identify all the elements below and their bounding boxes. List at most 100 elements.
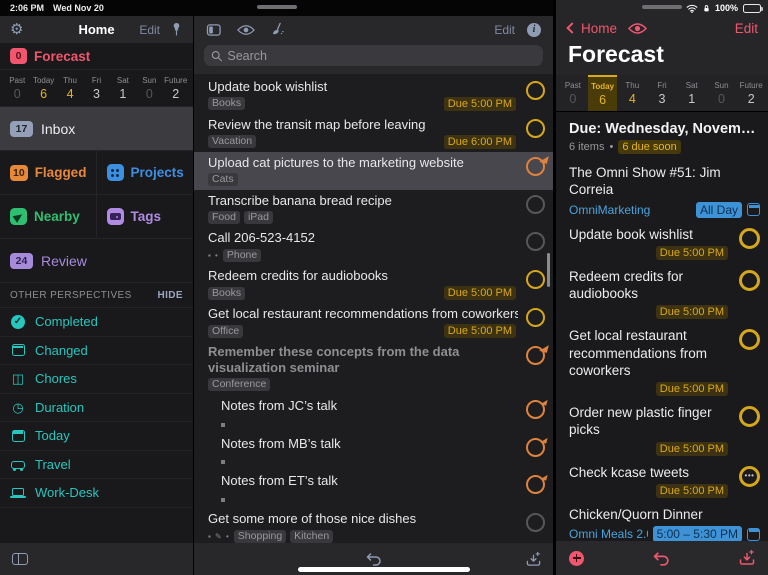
main-window: 2:06 PM Wed Nov 20 ⚙ Home Edit 0 Forecas… bbox=[0, 0, 553, 575]
note-icon bbox=[221, 422, 225, 427]
day-future[interactable]: Future 2 bbox=[163, 70, 189, 106]
status-circle[interactable]: ••• bbox=[739, 406, 760, 428]
settings-gear-icon[interactable]: ⚙ bbox=[10, 22, 23, 37]
project-link[interactable]: Omni Meals 2.0 bbox=[569, 527, 648, 541]
info-icon[interactable]: i bbox=[527, 22, 541, 37]
status-circle[interactable] bbox=[526, 398, 548, 419]
day-past[interactable]: Past 0 bbox=[4, 70, 30, 106]
laptop-icon bbox=[10, 487, 26, 499]
status-circle[interactable] bbox=[526, 435, 548, 457]
status-circle[interactable] bbox=[526, 153, 549, 176]
task-row[interactable]: Get local restaurant recommendations fro… bbox=[194, 303, 553, 341]
sidebar-item-inbox[interactable]: 17 Inbox bbox=[0, 107, 193, 151]
status-circle[interactable] bbox=[526, 118, 545, 138]
sidebar-item-flagged[interactable]: 10 Flagged bbox=[0, 151, 97, 195]
back-button[interactable]: Home bbox=[566, 21, 617, 36]
task-row[interactable]: Update book wishlist BooksDue 5:00 PM ••… bbox=[194, 76, 553, 114]
status-circle[interactable] bbox=[526, 194, 545, 214]
day-fri[interactable]: Fri 3 bbox=[83, 70, 109, 106]
sidebar-item-projects[interactable]: Projects bbox=[96, 151, 193, 195]
hide-button[interactable]: HIDE bbox=[158, 290, 184, 301]
forecast-task-row[interactable]: Get local restaurant recommendations fro… bbox=[569, 327, 760, 397]
status-circle[interactable] bbox=[526, 513, 545, 533]
sidebar-item-nearby[interactable]: Nearby bbox=[0, 195, 97, 239]
status-circle[interactable] bbox=[526, 232, 545, 252]
sidebar-item-travel[interactable]: Travel bbox=[0, 451, 193, 479]
home-indicator[interactable] bbox=[298, 567, 470, 572]
search-field[interactable] bbox=[204, 45, 543, 66]
forecast-task-row[interactable]: Order new plastic finger picks Due 5:00 … bbox=[569, 404, 760, 456]
window-drag-handle[interactable] bbox=[256, 5, 297, 9]
task-row[interactable]: Notes from MB’s talk bbox=[194, 433, 553, 471]
tag-chip: Vacation bbox=[208, 135, 257, 149]
status-circle[interactable]: ••• bbox=[739, 465, 760, 487]
forecast-task-row[interactable]: Check kcase tweets Due 5:00 PM ••• bbox=[569, 464, 760, 498]
repeat-arrow-icon bbox=[540, 398, 548, 406]
task-group-row[interactable]: Remember these concepts from the data vi… bbox=[194, 341, 553, 395]
day-thu[interactable]: Thu 4 bbox=[57, 70, 83, 106]
status-circle[interactable]: ••• bbox=[739, 227, 760, 249]
forecast-edit-button[interactable]: Edit bbox=[735, 21, 758, 36]
day-past[interactable]: Past 0 bbox=[558, 75, 588, 111]
tag-chip: Books bbox=[208, 97, 246, 111]
status-circle[interactable]: ••• bbox=[526, 81, 545, 100]
toggle-sidebar-icon[interactable] bbox=[206, 23, 222, 37]
day-sat[interactable]: Sat 1 bbox=[110, 70, 136, 106]
task-row[interactable]: Get some more of those nice dishes ▪ ✎ •… bbox=[194, 508, 553, 543]
add-item-plus-icon[interactable] bbox=[569, 550, 584, 566]
status-circle[interactable] bbox=[526, 270, 545, 290]
forecast-task-row[interactable]: Update book wishlist Due 5:00 PM ••• bbox=[569, 226, 760, 260]
project-link[interactable]: OmniMarketing bbox=[569, 203, 691, 217]
sidebar-item-today[interactable]: Today bbox=[0, 422, 193, 451]
task-row-selected[interactable]: Upload cat pictures to the marketing web… bbox=[194, 151, 553, 190]
undo-icon[interactable] bbox=[652, 551, 671, 566]
day-fri[interactable]: Fri 3 bbox=[647, 75, 677, 111]
sidebar-item-review[interactable]: 24 Review bbox=[0, 239, 193, 283]
note-icon bbox=[221, 498, 225, 503]
status-circle[interactable]: ••• bbox=[739, 269, 760, 291]
save-to-inbox-icon[interactable] bbox=[739, 550, 755, 566]
view-eye-icon[interactable] bbox=[237, 24, 255, 36]
save-to-inbox-icon[interactable] bbox=[526, 551, 541, 567]
forecast-task-row[interactable]: Redeem credits for audiobooks Due 5:00 P… bbox=[569, 268, 760, 320]
forecast-calendar-row[interactable]: The Omni Show #51: Jim Correia OmniMarke… bbox=[569, 164, 760, 218]
task-row[interactable]: Call 206-523-4152 ▪ • Phone bbox=[194, 227, 553, 265]
sidebar-item-forecast[interactable]: 0 Forecast bbox=[0, 43, 193, 70]
sidebar-edit-button[interactable]: Edit bbox=[139, 23, 160, 37]
day-today[interactable]: Today 6 bbox=[587, 75, 618, 111]
sidebar-item-changed[interactable]: Changed bbox=[0, 337, 193, 365]
status-circle[interactable] bbox=[526, 308, 545, 328]
sidebar-item-duration[interactable]: ◷ Duration bbox=[0, 394, 193, 422]
window-drag-handle[interactable] bbox=[642, 5, 682, 9]
forecast-calendar-row[interactable]: Chicken/Quorn Dinner Omni Meals 2.0 5:00… bbox=[569, 506, 760, 541]
sidebar-item-chores[interactable]: ◫ Chores bbox=[0, 365, 193, 394]
sidebar-item-completed[interactable]: Completed bbox=[0, 308, 193, 337]
day-sun[interactable]: Sun 0 bbox=[136, 70, 162, 106]
day-sat[interactable]: Sat 1 bbox=[677, 75, 707, 111]
forecast-bottom-bar bbox=[556, 541, 768, 575]
day-today[interactable]: Today 6 bbox=[30, 70, 56, 106]
task-row[interactable]: Redeem credits for audiobooks Books Due 5… bbox=[194, 265, 553, 303]
day-sun[interactable]: Sun 0 bbox=[707, 75, 737, 111]
status-circle[interactable]: ••• bbox=[739, 329, 760, 351]
new-window-icon[interactable] bbox=[12, 553, 28, 565]
task-edit-button[interactable]: Edit bbox=[494, 23, 515, 37]
status-circle[interactable] bbox=[526, 343, 549, 366]
day-future[interactable]: Future 2 bbox=[736, 75, 766, 111]
scrollbar[interactable] bbox=[547, 253, 550, 287]
view-eye-icon[interactable] bbox=[628, 22, 648, 35]
task-row[interactable]: Review the transit map before leaving Va… bbox=[194, 114, 553, 152]
task-row[interactable]: Notes from JC’s talk bbox=[194, 395, 553, 433]
sidebar-item-tags[interactable]: Tags bbox=[96, 195, 193, 239]
forecast-page-title: Forecast bbox=[556, 40, 768, 75]
task-row[interactable]: Transcribe banana bread recipe Food iPad bbox=[194, 190, 553, 228]
day-thu[interactable]: Thu 4 bbox=[617, 75, 647, 111]
sidebar-item-work-desk[interactable]: Work-Desk bbox=[0, 479, 193, 508]
search-input[interactable] bbox=[227, 48, 536, 63]
pin-icon[interactable] bbox=[170, 22, 183, 37]
clean-up-broom-icon[interactable] bbox=[270, 22, 285, 37]
note-attachment-icons: ▪ ✎ • bbox=[208, 531, 230, 541]
task-row[interactable]: Notes from ET’s talk bbox=[194, 470, 553, 508]
status-circle[interactable] bbox=[526, 473, 548, 495]
undo-icon[interactable] bbox=[365, 552, 383, 566]
